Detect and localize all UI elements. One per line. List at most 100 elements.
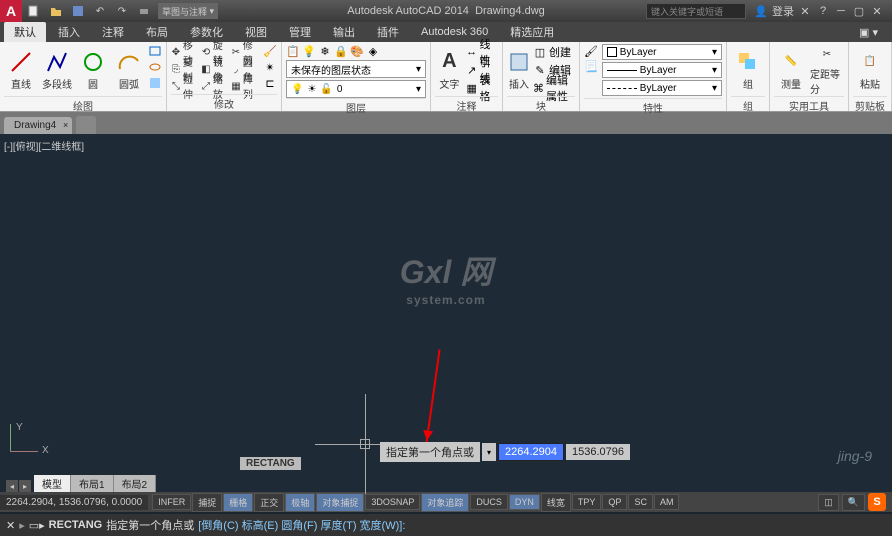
group-button[interactable]: 组 <box>731 44 765 96</box>
exchange-icon[interactable]: ✕ <box>798 4 812 18</box>
paste-button[interactable]: 📋粘贴 <box>853 44 887 96</box>
cmd-options[interactable]: [倒角(C) 标高(E) 圆角(F) 厚度(T) 宽度(W)]: <box>198 517 405 533</box>
status-grid[interactable]: 栅格 <box>223 493 253 512</box>
color-dropdown[interactable]: ByLayer▾ <box>602 44 722 60</box>
tab-default[interactable]: 默认 <box>4 22 46 42</box>
layer-props-icon[interactable]: 📋 <box>286 44 300 58</box>
tab-plugins[interactable]: 插件 <box>367 22 409 42</box>
line-button[interactable]: 直线 <box>4 44 38 96</box>
tab-output[interactable]: 输出 <box>323 22 365 42</box>
status-am[interactable]: AM <box>654 494 680 510</box>
cmd-close-icon[interactable]: ✕ <box>6 519 15 532</box>
layer-lock-icon[interactable]: 🔒 <box>334 44 348 58</box>
status-ortho[interactable]: 正交 <box>254 493 284 512</box>
workspace-dropdown[interactable]: 草图与注释▾ <box>158 3 218 19</box>
edit-attr-button[interactable]: ⌘编辑属性 <box>533 80 575 96</box>
measure-button[interactable]: 📏测量 <box>774 44 808 96</box>
status-osnap[interactable]: 对象捕捉 <box>316 493 364 512</box>
drawing-viewport[interactable]: [-][俯视][二维线框] Gxl 网 system.com 指定第一个角点或 … <box>0 134 892 492</box>
create-block-button[interactable]: ◫创建 <box>533 44 575 60</box>
layer-freeze-icon[interactable]: ❄ <box>318 44 332 58</box>
status-snap[interactable]: 捕捉 <box>192 493 222 512</box>
table-button[interactable]: ▦表格 <box>466 80 498 96</box>
annotation-scale[interactable]: 🔍 <box>842 494 865 511</box>
coordinates[interactable]: 2264.2904, 1536.0796, 0.0000 <box>0 495 148 510</box>
ellipse-icon[interactable] <box>148 60 162 74</box>
status-tpy[interactable]: TPY <box>572 494 602 510</box>
polyline-button[interactable]: 多段线 <box>40 44 74 96</box>
rectangle-icon[interactable] <box>148 44 162 58</box>
dynamic-x-input[interactable]: 2264.2904 <box>498 443 564 461</box>
tab-manage[interactable]: 管理 <box>279 22 321 42</box>
layer-state-dropdown[interactable]: 未保存的图层状态▾ <box>286 60 426 78</box>
layer-dropdown[interactable]: 💡☀🔓0▾ <box>286 80 426 98</box>
maximize-icon[interactable]: ▢ <box>852 4 866 18</box>
signin-icon[interactable]: 👤 <box>754 4 768 18</box>
status-qp[interactable]: QP <box>602 494 627 510</box>
search-input[interactable]: 键入关键字或短语 <box>646 3 746 19</box>
panel-layer: 📋 💡 ❄ 🔒 🎨 ◈ 未保存的图层状态▾ 💡☀🔓0▾ 图层 <box>282 42 431 111</box>
circle-button[interactable]: 圆 <box>76 44 110 96</box>
app-logo[interactable]: A <box>0 0 22 22</box>
layer-match-icon[interactable]: 🎨 <box>350 44 364 58</box>
ime-icon[interactable]: S <box>868 493 886 511</box>
tab-express[interactable]: 精选应用 <box>500 22 564 42</box>
print-icon[interactable] <box>136 3 152 19</box>
viewport-label[interactable]: [-][俯视][二维线框] <box>4 138 84 153</box>
hatch-icon[interactable] <box>148 76 162 90</box>
dynamic-options-icon[interactable]: ▾ <box>482 443 496 461</box>
status-ducs[interactable]: DUCS <box>470 494 508 510</box>
layer-off-icon[interactable]: 💡 <box>302 44 316 58</box>
status-sc[interactable]: SC <box>628 494 653 510</box>
status-dyn[interactable]: DYN <box>509 494 540 510</box>
status-infer[interactable]: INFER <box>152 494 191 510</box>
scroll-right-icon[interactable]: ▸ <box>19 480 31 492</box>
cmd-history-icon[interactable]: ▸ <box>19 519 25 532</box>
linetype-dropdown[interactable]: ByLayer▾ <box>602 80 722 96</box>
status-3dosnap[interactable]: 3DOSNAP <box>365 494 420 510</box>
dynamic-y-input[interactable]: 1536.0796 <box>566 444 630 460</box>
text-button[interactable]: A文字 <box>435 44 464 96</box>
close-icon[interactable]: ✕ <box>870 4 884 18</box>
new-icon[interactable] <box>26 3 42 19</box>
minimize-icon[interactable]: ─ <box>834 4 848 18</box>
arc-label: 圆弧 <box>119 76 139 91</box>
array-button[interactable]: ▦阵列 <box>231 78 257 94</box>
command-line[interactable]: ✕ ▸ ▭▸ RECTANG 指定第一个角点或 [倒角(C) 标高(E) 圆角(… <box>0 514 892 536</box>
tab-insert[interactable]: 插入 <box>48 22 90 42</box>
redo-icon[interactable]: ↷ <box>114 3 130 19</box>
stretch-button[interactable]: ⤡拉伸 <box>171 78 197 94</box>
open-icon[interactable] <box>48 3 64 19</box>
model-paper-toggle[interactable]: ◫ <box>818 494 839 511</box>
ribbon-minimize-icon[interactable]: ▣ ▾ <box>849 24 888 41</box>
divide-button[interactable]: ✂定距等分 <box>810 44 844 96</box>
close-tab-icon[interactable]: × <box>63 120 68 130</box>
circle-label: 圆 <box>88 76 98 91</box>
arc-button[interactable]: 圆弧 <box>112 44 146 96</box>
annotation-arrow <box>425 349 440 443</box>
save-icon[interactable] <box>70 3 86 19</box>
layout2-tab[interactable]: 布局2 <box>114 475 157 492</box>
status-otrack[interactable]: 对象追踪 <box>421 493 469 512</box>
layout1-tab[interactable]: 布局1 <box>71 475 114 492</box>
erase-icon[interactable]: 🧹 <box>263 44 277 58</box>
insert-block-button[interactable]: 插入 <box>507 44 531 96</box>
file-tab-drawing4[interactable]: Drawing4× <box>4 117 72 134</box>
list-icon[interactable]: 📃 <box>584 59 598 73</box>
status-polar[interactable]: 极轴 <box>285 493 315 512</box>
undo-icon[interactable]: ↶ <box>92 3 108 19</box>
scroll-left-icon[interactable]: ◂ <box>6 480 18 492</box>
model-tab[interactable]: 模型 <box>34 475 71 492</box>
layer-iso-icon[interactable]: ◈ <box>366 44 380 58</box>
scale-button[interactable]: ⤢缩放 <box>201 78 227 94</box>
status-lwt[interactable]: 线宽 <box>541 493 571 512</box>
help-icon[interactable]: ? <box>816 4 830 18</box>
tab-annotate[interactable]: 注释 <box>92 22 134 42</box>
offset-icon[interactable]: ⊏ <box>263 76 277 90</box>
match-props-icon[interactable]: 🖌 <box>584 44 598 58</box>
lineweight-dropdown[interactable]: ByLayer▾ <box>602 62 722 78</box>
explode-icon[interactable]: ✴ <box>263 60 277 74</box>
new-tab-button[interactable] <box>76 116 96 134</box>
login-label[interactable]: 登录 <box>772 3 794 19</box>
tab-layout[interactable]: 布局 <box>136 22 178 42</box>
